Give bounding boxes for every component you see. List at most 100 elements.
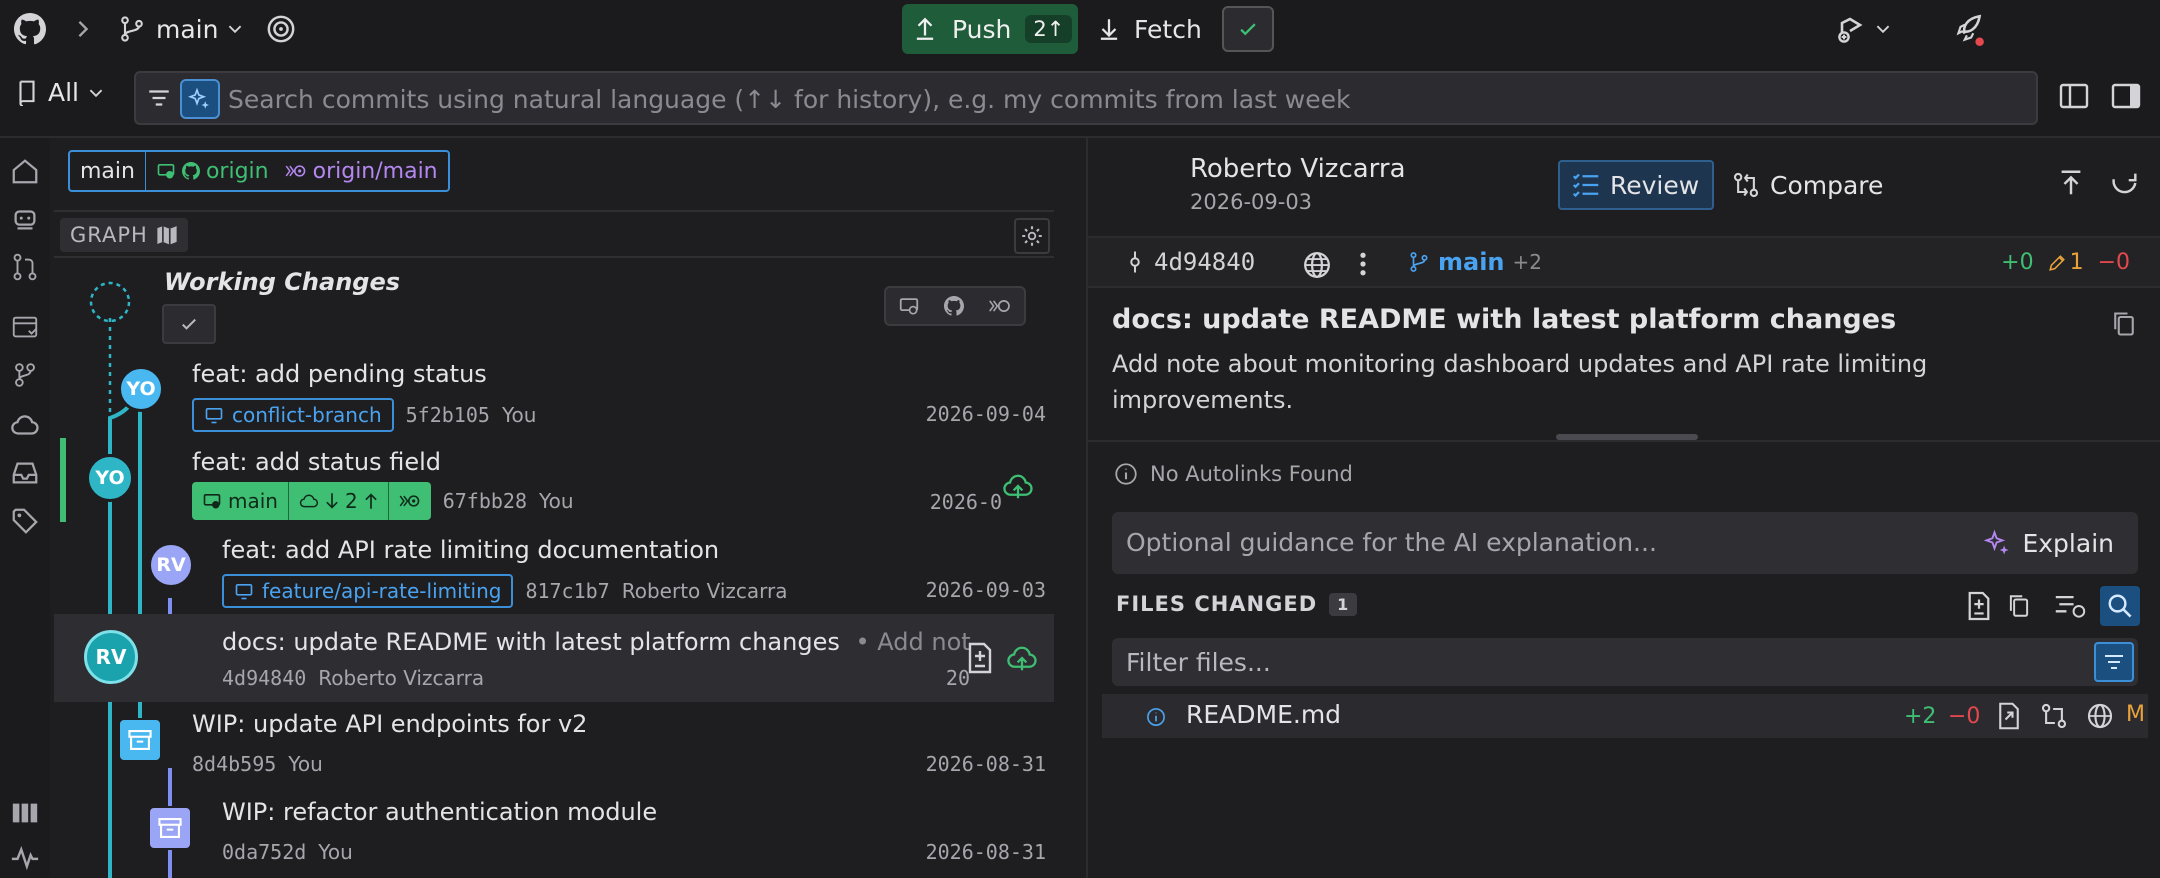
- avatar: RV: [148, 542, 194, 588]
- compare-label: Compare: [1770, 170, 1884, 200]
- branch-tag[interactable]: conflict-branch: [192, 398, 394, 432]
- branch-tag[interactable]: feature/api-rate-limiting: [222, 574, 514, 608]
- filter-icon: [2105, 654, 2123, 670]
- stat-modified-count: 1: [2069, 250, 2084, 275]
- launchpad-button[interactable]: [1952, 0, 1986, 58]
- fetch-button[interactable]: Fetch: [1096, 4, 1202, 54]
- commit-row-selected[interactable]: RV docs: update README with latest platf…: [54, 614, 1054, 702]
- commit-row[interactable]: RV feat: add API rate limiting documenta…: [54, 528, 1054, 616]
- local-branch-icon: [235, 583, 253, 600]
- search-files-button[interactable]: [2100, 586, 2140, 626]
- change-stats: +0 1 −0: [2001, 250, 2130, 275]
- stat-added-count: 0: [2019, 250, 2034, 275]
- copy-files-icon[interactable]: [2006, 592, 2032, 620]
- filter-options-button[interactable]: [2094, 642, 2134, 682]
- scope-label: All: [48, 78, 79, 107]
- detail-author: Roberto Vizcarra: [1190, 154, 1406, 184]
- panels-icon[interactable]: [10, 798, 40, 828]
- push-button[interactable]: Push 2↑: [902, 4, 1078, 54]
- agent-menu-button[interactable]: [1836, 0, 1890, 58]
- open-file-icon[interactable]: [1996, 702, 2022, 730]
- branch-chip-local: main: [80, 158, 135, 184]
- ai-search-toggle[interactable]: [180, 79, 220, 119]
- checklist-icon: [1572, 173, 1599, 198]
- avatar: YO: [118, 366, 164, 412]
- activity-pulse-icon[interactable]: [10, 842, 40, 872]
- map-icon: [157, 226, 177, 245]
- local-icon[interactable]: [898, 295, 920, 317]
- git-branch-icon: [121, 16, 143, 42]
- workspaces-icon[interactable]: [10, 360, 40, 390]
- target-icon[interactable]: [266, 0, 296, 58]
- refresh-icon[interactable]: [2110, 168, 2140, 198]
- review-tab[interactable]: Review: [1558, 160, 1714, 210]
- list-view-icon[interactable]: [2054, 593, 2086, 619]
- collapse-up-icon[interactable]: [2056, 168, 2086, 198]
- ai-guidance-input[interactable]: [1126, 522, 1946, 562]
- stash-icon: [148, 806, 192, 850]
- graph-settings-button[interactable]: [1014, 218, 1050, 254]
- tags-icon[interactable]: [10, 506, 40, 536]
- commit-date: 2026-08-31: [925, 752, 1046, 776]
- local-branch-icon: [205, 407, 223, 424]
- commit-search: [134, 71, 2038, 125]
- fetch-status-button[interactable]: [1222, 6, 1274, 52]
- github-icon[interactable]: [14, 0, 46, 58]
- agent-sessions-icon[interactable]: [10, 204, 40, 234]
- commit-author: You: [539, 489, 574, 513]
- commit-body-preview: • Add not: [855, 628, 971, 656]
- filter-files-input[interactable]: [1126, 642, 2026, 682]
- issues-icon[interactable]: [10, 312, 40, 342]
- commit-detail-panel: Roberto Vizcarra 2026-09-03 Review Compa…: [1086, 138, 2160, 878]
- commit-row[interactable]: WIP: refactor authentication module 0da7…: [54, 790, 1054, 878]
- commit-row[interactable]: YO feat: add pending status conflict-bra…: [54, 352, 1054, 440]
- chevron-right-icon: [74, 0, 92, 58]
- top-toolbar: main Push 2↑ Fetch: [0, 0, 2160, 58]
- search-input[interactable]: [228, 77, 2018, 121]
- file-diff-icon[interactable]: [966, 642, 994, 674]
- branch-tag-main[interactable]: main 2: [192, 482, 431, 520]
- info-icon: [1115, 463, 1137, 485]
- branch-tag-label: main: [228, 489, 278, 513]
- more-options-icon[interactable]: [1358, 250, 1368, 278]
- layout-panel-icon[interactable]: [2058, 80, 2090, 112]
- detail-sha: 4d94840: [1154, 248, 1256, 276]
- remote-tracking-icon[interactable]: [988, 297, 1012, 315]
- github-icon[interactable]: [944, 296, 964, 316]
- globe-icon[interactable]: [2086, 702, 2114, 730]
- graph-column-label[interactable]: GRAPH: [60, 218, 188, 252]
- cloud-upload-icon[interactable]: [1006, 644, 1038, 672]
- compare-icon[interactable]: [2040, 702, 2068, 730]
- commit-icon: [1130, 251, 1140, 273]
- commit-working-changes-button[interactable]: [162, 304, 216, 344]
- file-row[interactable]: README.md +2 −0 M: [1102, 694, 2148, 738]
- detail-branch-link[interactable]: main +2: [1408, 248, 1542, 276]
- commit-row[interactable]: YO feat: add status field main 2 67fbb28: [54, 440, 1054, 528]
- behind-count: 2: [344, 489, 358, 513]
- commit-date: 2026-08-31: [925, 840, 1046, 864]
- working-changes-label[interactable]: Working Changes: [164, 268, 400, 296]
- search-icon: [2108, 594, 2132, 618]
- scope-selector[interactable]: All: [16, 78, 103, 107]
- home-icon[interactable]: [10, 156, 40, 186]
- search-bar-row: All: [0, 58, 2160, 138]
- branch-chip[interactable]: main origin origin/main: [68, 150, 450, 192]
- stat-removed: −0: [2097, 250, 2130, 275]
- filter-icon[interactable]: [146, 85, 172, 111]
- file-diff-icon[interactable]: [1966, 591, 1992, 621]
- commit-sha: 0da752d: [222, 840, 307, 864]
- explain-button[interactable]: Explain: [1984, 520, 2114, 566]
- cloud-upload-icon[interactable]: [1002, 472, 1034, 500]
- files-changed-header: FILES CHANGED 1: [1116, 592, 1358, 616]
- copy-icon[interactable]: [2110, 310, 2138, 338]
- commit-date: 2026-0: [929, 490, 1002, 514]
- cloud-icon[interactable]: [10, 410, 40, 440]
- inbox-icon[interactable]: [10, 458, 40, 488]
- commit-sha-link[interactable]: 4d94840: [1126, 248, 1255, 276]
- sidebar-toggle-icon[interactable]: [2110, 80, 2142, 112]
- compare-tab[interactable]: Compare: [1732, 160, 1883, 210]
- autolinks-status: No Autolinks Found: [1114, 462, 1353, 486]
- branch-selector[interactable]: main: [118, 0, 242, 58]
- commit-row[interactable]: WIP: update API endpoints for v2 8d4b595…: [54, 702, 1054, 790]
- pull-requests-icon[interactable]: [10, 252, 40, 282]
